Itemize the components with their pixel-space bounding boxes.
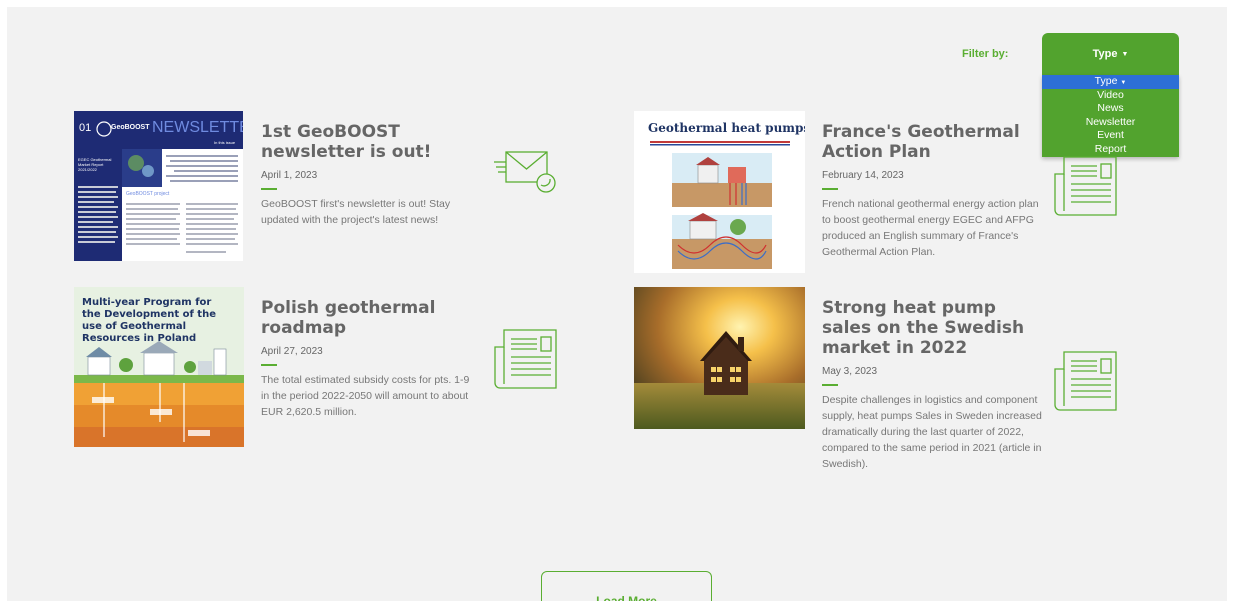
dropdown-option-video[interactable]: Video <box>1042 89 1179 103</box>
caret-down-icon: ▼ <box>1121 50 1129 58</box>
type-filter-button[interactable]: Type ▼ <box>1042 33 1179 75</box>
dropdown-option-type[interactable]: Type ▼ <box>1042 75 1179 89</box>
card-title[interactable]: France's Geothermal Action Plan <box>822 122 1042 162</box>
card-title[interactable]: Strong heat pump sales on the Swedish ma… <box>822 298 1042 358</box>
heat-pump-sales-thumbnail[interactable] <box>634 287 805 429</box>
dropdown-option-event[interactable]: Event <box>1042 129 1179 143</box>
card-date: February 14, 2023 <box>822 170 904 181</box>
card-divider <box>261 364 277 366</box>
newsletter-number: 01 <box>79 122 92 134</box>
card-date: April 27, 2023 <box>261 346 323 357</box>
newsletter-thumbnail[interactable]: 01 GeoBOOST NEWSLETTER In this issue EGE… <box>74 111 243 261</box>
heat-pump-diagram-image <box>634 111 805 273</box>
card-date: May 3, 2023 <box>822 366 878 377</box>
card-divider <box>261 188 277 190</box>
card-title[interactable]: Polish geothermal roadmap <box>261 298 481 338</box>
thumbnail-heading: Geothermal heat pumps <box>648 121 805 135</box>
newsletter-heading: NEWSLETTER <box>152 119 243 136</box>
load-more-button[interactable]: Load More <box>541 571 712 601</box>
card-divider <box>822 384 838 386</box>
polish-roadmap-thumbnail[interactable]: Multi-year Program for the Development o… <box>74 287 244 447</box>
thumbnail-heading: Multi-year Program for the Development o… <box>82 297 216 344</box>
newsletter-side-text: EGEC Geothermal Market Report 2021/2022 <box>78 157 112 172</box>
card-description: The total estimated subsidy costs for pt… <box>261 374 470 418</box>
dropdown-option-news[interactable]: News <box>1042 102 1179 116</box>
newsletter-section: GeoBOOST project <box>126 191 170 197</box>
type-filter-label: Type <box>1092 48 1118 60</box>
type-filter-dropdown[interactable]: Type ▼ Video News Newsletter Event Report <box>1042 75 1179 157</box>
newsletter-subheading: In this issue <box>214 140 236 145</box>
card-description: Despite challenges in logistics and comp… <box>822 394 1042 470</box>
card-divider <box>822 188 838 190</box>
newspaper-icon <box>494 329 557 389</box>
caret-down-icon: ▼ <box>1120 80 1127 86</box>
filter-label: Filter by: <box>962 48 1009 60</box>
card-description: GeoBOOST first's newsletter is out! Stay… <box>261 198 451 226</box>
card-title[interactable]: 1st GeoBOOST newsletter is out! <box>261 122 501 162</box>
envelope-icon <box>494 151 556 193</box>
geothermal-heat-pumps-thumbnail[interactable]: Geothermal heat pumps <box>634 111 805 273</box>
dropdown-option-newsletter[interactable]: Newsletter <box>1042 116 1179 130</box>
news-page: Filter by: Type ▼ Type ▼ Video News Newsle… <box>7 7 1227 601</box>
house-sunset-image <box>634 287 805 429</box>
card-date: April 1, 2023 <box>261 170 318 181</box>
card-description: French national geothermal energy action… <box>822 198 1039 258</box>
newsletter-brand: GeoBOOST <box>111 124 150 131</box>
newspaper-icon <box>1054 351 1117 411</box>
newspaper-icon <box>1054 156 1117 216</box>
